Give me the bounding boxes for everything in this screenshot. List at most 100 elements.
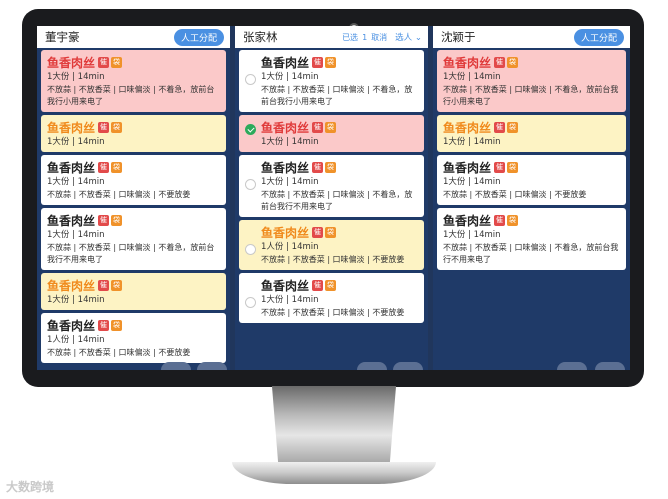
bag-badge-icon: 袋 <box>507 122 519 133</box>
footer-button[interactable] <box>161 362 191 370</box>
order-notes: 不放蒜 | 不放香菜 | 口味偏淡 | 不着急，放前台我行小用来电了 <box>261 85 413 106</box>
order-card[interactable]: 鱼香肉丝催袋 1大份 | 14min 不放蒜 | 不放香菜 | 口味偏淡 | 不… <box>239 273 424 323</box>
dish-name: 鱼香肉丝 <box>443 161 492 175</box>
urge-badge-icon: 催 <box>312 122 324 133</box>
kitchen-order-screen: 董宇豪 人工分配 鱼香肉丝催袋 1大份 | 14min 不放蒜 | 不放香菜 |… <box>37 26 630 370</box>
dish-name: 鱼香肉丝 <box>443 121 492 135</box>
order-meta: 1大份 | 14min <box>261 177 319 187</box>
column-header: 张家林 已选 1 取消 选人 ⌄ <box>235 26 428 48</box>
staff-name: 董宇豪 <box>45 30 80 44</box>
bag-badge-icon: 袋 <box>507 162 519 173</box>
order-notes: 不放蒜 | 不放香菜 | 口味偏淡 | 不要放姜 <box>261 308 405 317</box>
order-meta: 1大份 | 14min <box>47 137 105 147</box>
bag-badge-icon: 袋 <box>507 57 519 68</box>
product-mockup: 董宇豪 人工分配 鱼香肉丝催袋 1大份 | 14min 不放蒜 | 不放香菜 |… <box>0 0 668 499</box>
dish-name: 鱼香肉丝 <box>261 226 310 240</box>
order-notes: 不放蒜 | 不放香菜 | 口味偏淡 | 不要放姜 <box>47 190 191 199</box>
watermark-logo: 大数跨境 <box>6 480 55 494</box>
order-card[interactable]: 鱼香肉丝催袋 1大份 | 14min <box>437 115 626 152</box>
footer-button[interactable] <box>357 362 387 370</box>
order-card[interactable]: 鱼香肉丝催袋 1大份 | 14min 不放蒜 | 不放香菜 | 口味偏淡 | 不… <box>239 155 424 217</box>
check-icon[interactable] <box>245 124 256 135</box>
order-notes: 不放蒜 | 不放香菜 | 口味偏淡 | 不着急，放前台我行小用来电了 <box>47 85 215 106</box>
chevron-down-icon: ⌄ <box>414 33 422 43</box>
urge-badge-icon: 催 <box>312 280 324 291</box>
selected-label: 已选 <box>342 32 359 42</box>
order-notes: 不放蒜 | 不放香菜 | 口味偏淡 | 不要放姜 <box>261 255 405 264</box>
bag-badge-icon: 袋 <box>111 122 123 133</box>
order-card[interactable]: 鱼香肉丝催袋 1人份 | 14min 不放蒜 | 不放香菜 | 口味偏淡 | 不… <box>41 313 226 363</box>
bag-badge-icon: 袋 <box>325 162 337 173</box>
dish-name: 鱼香肉丝 <box>261 279 310 293</box>
bag-badge-icon: 袋 <box>111 57 123 68</box>
bag-badge-icon: 袋 <box>507 215 519 226</box>
dish-name: 鱼香肉丝 <box>47 214 96 228</box>
order-notes: 不放蒜 | 不放香菜 | 口味偏淡 | 不着急，放前台我行不用来电了 <box>443 243 619 264</box>
monitor-stand-base <box>232 462 436 484</box>
dish-name: 鱼香肉丝 <box>261 56 310 70</box>
select-radio[interactable] <box>245 297 256 308</box>
urge-badge-icon: 催 <box>312 227 324 238</box>
order-card[interactable]: 鱼香肉丝催袋 1大份 | 14min 不放蒜 | 不放香菜 | 口味偏淡 | 不… <box>437 50 626 112</box>
selection-info: 已选 1 取消 <box>342 32 387 43</box>
staff-name: 沈颖于 <box>441 30 476 44</box>
order-meta: 1大份 | 14min <box>443 177 501 187</box>
order-card[interactable]: 鱼香肉丝催袋 1人份 | 14min 不放蒜 | 不放香菜 | 口味偏淡 | 不… <box>239 220 424 270</box>
order-list: 鱼香肉丝催袋 1大份 | 14min 不放蒜 | 不放香菜 | 口味偏淡 | 不… <box>37 48 230 363</box>
order-meta: 1大份 | 14min <box>261 72 319 82</box>
order-meta: 1大份 | 14min <box>261 295 319 305</box>
cancel-link[interactable]: 取消 <box>371 33 387 42</box>
urge-badge-icon: 催 <box>312 162 324 173</box>
footer-button[interactable] <box>557 362 587 370</box>
urge-badge-icon: 催 <box>98 57 110 68</box>
order-card[interactable]: 鱼香肉丝催袋 1大份 | 14min 不放蒜 | 不放香菜 | 口味偏淡 | 不… <box>41 208 226 270</box>
order-card[interactable]: 鱼香肉丝催袋 1大份 | 14min 不放蒜 | 不放香菜 | 口味偏淡 | 不… <box>437 155 626 205</box>
order-meta: 1大份 | 14min <box>47 295 105 305</box>
order-meta: 1大份 | 14min <box>443 230 501 240</box>
order-card[interactable]: 鱼香肉丝催袋 1大份 | 14min 不放蒜 | 不放香菜 | 口味偏淡 | 不… <box>437 208 626 270</box>
order-meta: 1大份 | 14min <box>443 72 501 82</box>
select-radio[interactable] <box>245 244 256 255</box>
order-notes: 不放蒜 | 不放香菜 | 口味偏淡 | 不着急，放前台我行不用来电了 <box>47 243 215 264</box>
order-list: 鱼香肉丝催袋 1大份 | 14min 不放蒜 | 不放香菜 | 口味偏淡 | 不… <box>433 48 630 270</box>
order-card[interactable]: 鱼香肉丝催袋 1大份 | 14min <box>41 273 226 310</box>
staff-column-2: 张家林 已选 1 取消 选人 ⌄ 鱼香肉丝催袋 1大份 | 14min 不放蒜 | … <box>235 26 428 370</box>
footer-button[interactable] <box>197 362 227 370</box>
manual-assign-button[interactable]: 人工分配 <box>573 28 624 46</box>
order-notes: 不放蒜 | 不放香菜 | 口味偏淡 | 不着急，放前台我行小用来电了 <box>443 85 619 106</box>
urge-badge-icon: 催 <box>312 57 324 68</box>
manual-assign-button[interactable]: 人工分配 <box>173 28 224 46</box>
order-meta: 1大份 | 14min <box>261 137 319 147</box>
dish-name: 鱼香肉丝 <box>261 121 310 135</box>
bag-badge-icon: 袋 <box>111 162 123 173</box>
order-card[interactable]: 鱼香肉丝催袋 1大份 | 14min <box>41 115 226 152</box>
staff-name: 张家林 <box>243 30 278 44</box>
order-card[interactable]: 鱼香肉丝催袋 1大份 | 14min <box>239 115 424 152</box>
footer-button[interactable] <box>595 362 625 370</box>
staff-column-3: 沈颖于 人工分配 鱼香肉丝催袋 1大份 | 14min 不放蒜 | 不放香菜 |… <box>433 26 630 370</box>
urge-badge-icon: 催 <box>494 162 506 173</box>
order-meta: 1大份 | 14min <box>443 137 501 147</box>
order-card[interactable]: 鱼香肉丝催袋 1大份 | 14min 不放蒜 | 不放香菜 | 口味偏淡 | 不… <box>41 155 226 205</box>
select-radio[interactable] <box>245 74 256 85</box>
order-meta: 1人份 | 14min <box>261 242 319 252</box>
urge-badge-icon: 催 <box>98 162 110 173</box>
order-card[interactable]: 鱼香肉丝催袋 1大份 | 14min 不放蒜 | 不放香菜 | 口味偏淡 | 不… <box>239 50 424 112</box>
dish-name: 鱼香肉丝 <box>47 319 96 333</box>
urge-badge-icon: 催 <box>98 320 110 331</box>
column-header: 沈颖于 人工分配 <box>433 26 630 48</box>
urge-badge-icon: 催 <box>494 122 506 133</box>
order-card[interactable]: 鱼香肉丝催袋 1大份 | 14min 不放蒜 | 不放香菜 | 口味偏淡 | 不… <box>41 50 226 112</box>
order-meta: 1大份 | 14min <box>47 72 105 82</box>
urge-badge-icon: 催 <box>98 215 110 226</box>
dish-name: 鱼香肉丝 <box>47 56 96 70</box>
urge-badge-icon: 催 <box>494 57 506 68</box>
order-notes: 不放蒜 | 不放香菜 | 口味偏淡 | 不着急，放前台我行不用来电了 <box>261 190 413 211</box>
bag-badge-icon: 袋 <box>325 57 337 68</box>
select-radio[interactable] <box>245 179 256 190</box>
order-list: 鱼香肉丝催袋 1大份 | 14min 不放蒜 | 不放香菜 | 口味偏淡 | 不… <box>235 48 428 323</box>
bag-badge-icon: 袋 <box>325 227 337 238</box>
footer-button[interactable] <box>393 362 423 370</box>
pick-person-dropdown[interactable]: 选人 ⌄ <box>395 31 422 43</box>
monitor-stand-neck <box>271 386 397 468</box>
